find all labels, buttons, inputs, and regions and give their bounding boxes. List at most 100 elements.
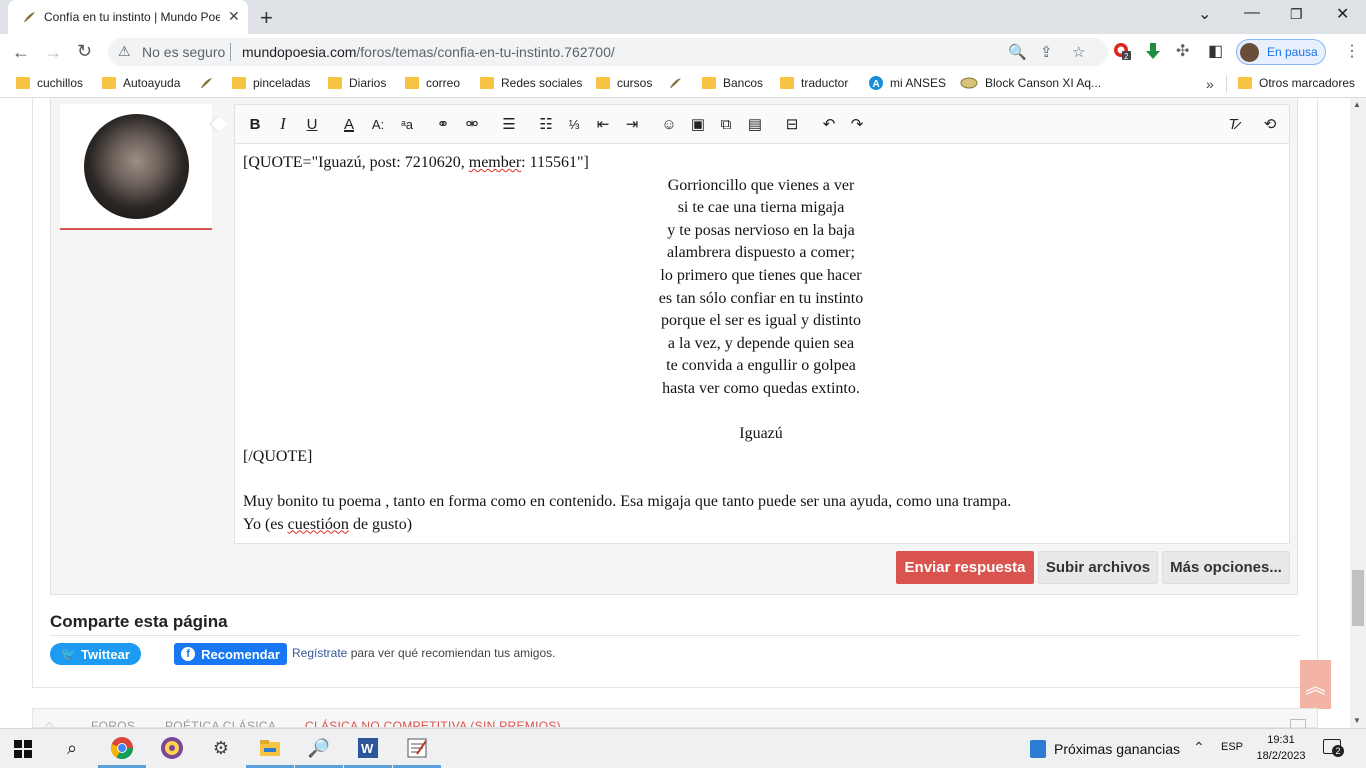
bookmark-diarios[interactable]: Diarios bbox=[328, 76, 386, 90]
insert-icon[interactable]: ▤ bbox=[744, 113, 766, 135]
undo-icon[interactable]: ↶ bbox=[818, 113, 840, 135]
new-tab-icon[interactable]: + bbox=[260, 5, 273, 31]
editor-text[interactable]: [QUOTE="Iguazú, post: 7210620, member: 1… bbox=[243, 152, 1283, 536]
tab-search-chevron-icon[interactable]: ⌄ bbox=[1198, 4, 1211, 24]
align-left-icon[interactable]: ☰ bbox=[498, 113, 520, 135]
bookmark-autoayuda[interactable]: Autoayuda bbox=[102, 76, 180, 90]
folder-icon bbox=[405, 77, 419, 89]
stock-chart-icon bbox=[1030, 740, 1046, 758]
numbered-list-icon[interactable]: ⅓ bbox=[563, 113, 585, 135]
more-options-button[interactable]: Más opciones... bbox=[1162, 551, 1290, 584]
poem-line: porque el ser es igual y distinto bbox=[661, 312, 861, 330]
upload-files-button[interactable]: Subir archivos bbox=[1038, 551, 1158, 584]
browser-tab[interactable]: Confía en tu instinto | Mundo Poesía ✕ bbox=[8, 0, 248, 34]
bookmark-pinceladas[interactable]: pinceladas bbox=[232, 76, 310, 90]
back-icon[interactable]: ← bbox=[12, 42, 30, 63]
download-extension-icon[interactable] bbox=[1144, 42, 1162, 60]
language-indicator[interactable]: ESP bbox=[1221, 741, 1243, 753]
tweet-button[interactable]: 🐦 Twittear bbox=[50, 643, 141, 665]
profile-button[interactable]: En pausa bbox=[1236, 39, 1326, 65]
bullet-list-icon[interactable]: ☷ bbox=[535, 113, 557, 135]
bookmark-mundopoesia[interactable] bbox=[199, 76, 213, 90]
scrollbar[interactable] bbox=[1350, 98, 1366, 728]
bookmark-traductor[interactable]: traductor bbox=[780, 76, 848, 90]
bookmark-mi-anses[interactable]: Ami ANSES bbox=[869, 76, 946, 90]
divider bbox=[230, 43, 231, 61]
scrollbar-thumb[interactable] bbox=[1352, 570, 1364, 626]
opera-extension-icon[interactable]: 2 bbox=[1113, 42, 1131, 60]
close-tab-icon[interactable]: ✕ bbox=[228, 8, 240, 25]
media-icon[interactable]: ⧉ bbox=[715, 113, 737, 135]
word-icon[interactable]: W bbox=[356, 736, 380, 760]
breadcrumb-item[interactable]: CLÁSICA NO COMPETITIVA (SIN PREMIOS) bbox=[305, 719, 561, 727]
magnifier-tool-icon[interactable]: 🔎 bbox=[307, 736, 331, 760]
bookmark-block-canson[interactable]: Block Canson XI Aq... bbox=[960, 76, 1101, 90]
user-avatar[interactable] bbox=[84, 114, 189, 219]
bookmark-otros-marcadores[interactable]: Otros marcadores bbox=[1238, 76, 1355, 90]
forward-icon[interactable]: → bbox=[44, 42, 62, 63]
widgets-button[interactable]: Próximas ganancias bbox=[1030, 740, 1180, 758]
twitter-bird-icon: 🐦 bbox=[61, 647, 77, 661]
list-icon[interactable] bbox=[1290, 719, 1306, 728]
minimize-icon[interactable]: — bbox=[1244, 4, 1260, 22]
italic-icon[interactable]: I bbox=[272, 113, 294, 135]
bookmark-cursos[interactable]: cursos bbox=[596, 76, 652, 90]
home-icon[interactable]: ⌂ bbox=[45, 717, 53, 727]
facebook-recommend-button[interactable]: f Recomendar bbox=[174, 643, 287, 665]
bookmark-star-icon[interactable]: ☆ bbox=[1072, 43, 1085, 61]
windows-start-icon[interactable] bbox=[14, 740, 32, 758]
back-to-top-button[interactable]: ︽ bbox=[1300, 660, 1331, 709]
menu-kebab-icon[interactable]: ⋮ bbox=[1344, 41, 1360, 61]
bookmark-bancos[interactable]: Bancos bbox=[702, 76, 763, 90]
save-draft-icon[interactable]: ⊟ bbox=[781, 113, 803, 135]
signup-link[interactable]: Regístrate bbox=[292, 646, 347, 660]
extensions-puzzle-icon[interactable]: ✣ bbox=[1176, 41, 1189, 61]
redo-icon[interactable]: ↷ bbox=[846, 113, 868, 135]
restore-icon[interactable]: ❐ bbox=[1290, 6, 1303, 23]
share-icon[interactable]: ⇪ bbox=[1040, 43, 1053, 61]
clock[interactable]: 19:31 18/2/2023 bbox=[1255, 732, 1307, 764]
poem-line: es tan sólo confiar en tu instinto bbox=[658, 289, 864, 307]
warning-icon[interactable]: ⚠ bbox=[118, 43, 131, 60]
scroll-up-icon[interactable]: ▲ bbox=[1353, 100, 1361, 109]
indent-icon[interactable]: ⇥ bbox=[621, 113, 643, 135]
chrome-icon[interactable] bbox=[110, 736, 134, 760]
poem-line: Gorrioncillo que vienes a ver bbox=[667, 176, 855, 194]
zoom-icon[interactable]: 🔍 bbox=[1008, 43, 1027, 61]
notifications-button[interactable]: 2 bbox=[1323, 738, 1345, 758]
chevron-up-icon[interactable]: ⌃ bbox=[1193, 739, 1205, 756]
bold-icon[interactable]: B bbox=[244, 113, 266, 135]
toggle-bbcode-icon[interactable]: ⟲ bbox=[1259, 113, 1281, 135]
folder-icon bbox=[1238, 77, 1252, 89]
bookmarks-overflow-icon[interactable]: » bbox=[1206, 76, 1214, 92]
bookmark-cuchillos[interactable]: cuchillos bbox=[16, 76, 83, 90]
bookmark-redes-sociales[interactable]: Redes sociales bbox=[480, 76, 582, 90]
bookmark-correo[interactable]: correo bbox=[405, 76, 460, 90]
close-window-icon[interactable]: ✕ bbox=[1336, 4, 1349, 24]
side-panel-icon[interactable]: ◧ bbox=[1208, 41, 1223, 61]
underline-icon[interactable]: U bbox=[301, 113, 323, 135]
mundopoesia-feather-icon bbox=[24, 12, 35, 22]
file-explorer-icon[interactable] bbox=[258, 736, 282, 760]
settings-gear-icon[interactable]: ⚙ bbox=[209, 736, 233, 760]
poem-line: te convida a engullir o golpea bbox=[666, 357, 856, 375]
bookmark-mundopoesia-2[interactable] bbox=[668, 76, 682, 90]
scroll-down-icon[interactable]: ▼ bbox=[1353, 716, 1361, 725]
notepad-icon[interactable] bbox=[405, 736, 429, 760]
link-icon[interactable]: ⚭ bbox=[432, 113, 454, 135]
font-size-icon[interactable]: A: bbox=[367, 113, 389, 135]
unlink-icon[interactable]: ⚮ bbox=[461, 113, 483, 135]
send-reply-button[interactable]: Enviar respuesta bbox=[896, 551, 1034, 584]
font-family-icon[interactable]: ᵃa bbox=[396, 113, 418, 135]
breadcrumb-item[interactable]: FOROS bbox=[91, 719, 135, 727]
breadcrumb-item[interactable]: POÉTICA CLÁSICA bbox=[165, 719, 276, 727]
reload-icon[interactable]: ↻ bbox=[77, 41, 92, 62]
image-icon[interactable]: ▣ bbox=[687, 113, 709, 135]
search-icon[interactable]: ⌕ bbox=[60, 736, 84, 760]
remove-format-icon[interactable]: T̷ bbox=[1222, 113, 1244, 135]
outdent-icon[interactable]: ⇤ bbox=[592, 113, 614, 135]
smiley-icon[interactable]: ☺ bbox=[658, 113, 680, 135]
address-bar[interactable]: ⚠ No es seguro mundopoesia.com/foros/tem… bbox=[108, 38, 1108, 66]
text-color-icon[interactable]: A bbox=[338, 113, 360, 135]
tor-browser-icon[interactable] bbox=[160, 736, 184, 760]
